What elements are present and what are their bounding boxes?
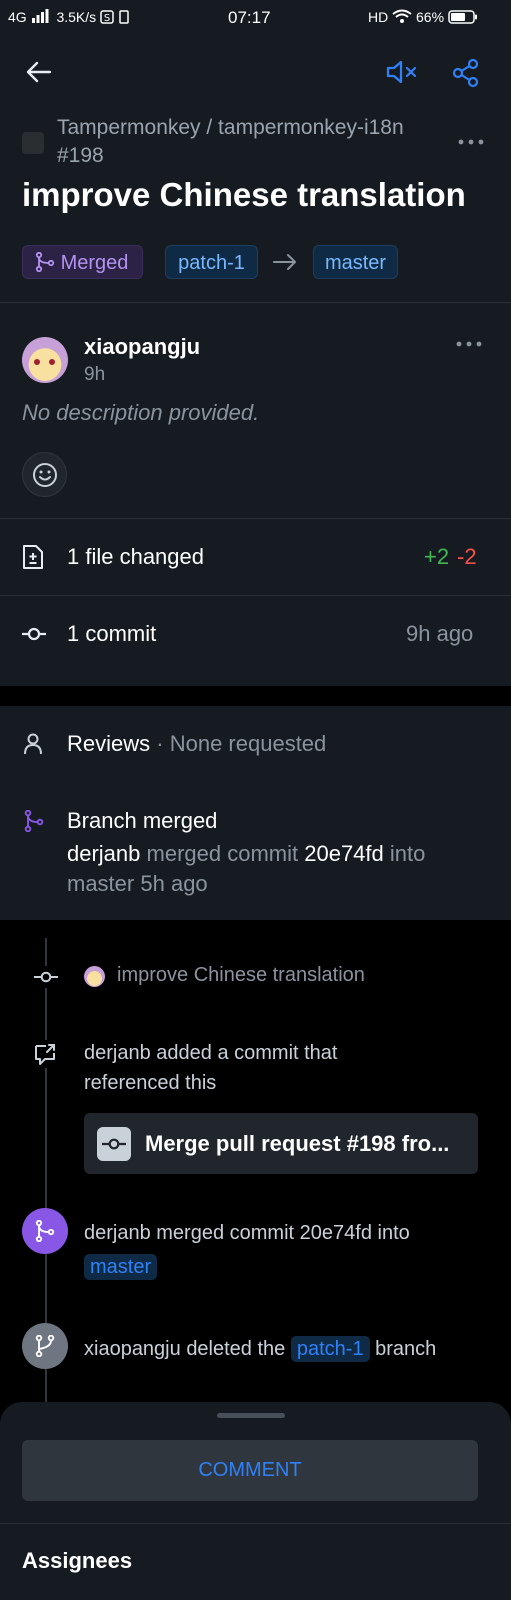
status-network: 4G 3.5K/s S [8,9,130,25]
deleted-text1: deleted the [186,1338,286,1360]
share-icon[interactable] [452,58,480,88]
sheet-divider [0,1523,511,1524]
merged-actor[interactable]: derjanb [67,841,140,866]
timeline-ref-node [30,1040,60,1068]
s-badge-icon: S [100,10,114,24]
status-time: 07:17 [228,8,271,27]
additions-count: +2 [424,544,450,569]
branch-icon [35,1335,55,1357]
reviews-status: None requested [169,731,327,756]
pr-title: improve Chinese translation [22,176,466,213]
commit-icon [22,627,46,641]
bottom-sheet: COMMENT Assignees [0,1402,511,1600]
header-divider [0,302,511,303]
timeline-deleted-node [22,1323,68,1369]
merged-time: 5h ago [140,871,208,896]
network-type: 4G [8,9,27,25]
referenced-commit-card[interactable]: Merge pull request #198 fro... [84,1113,478,1174]
commits-row[interactable]: 1 commit 9h ago [0,596,511,672]
signal-icon [31,9,49,23]
repo-name[interactable]: Tampermonkey / tampermonkey-i18n [57,116,404,140]
commit-node-icon [34,971,58,983]
comment-button[interactable]: COMMENT [22,1440,478,1501]
back-arrow-icon[interactable] [26,60,52,84]
more-options-icon[interactable] [458,138,484,146]
status-right: HD 66% [368,9,478,25]
ref-line-2: referenced this [84,1072,217,1094]
sheet-drag-handle[interactable] [217,1413,285,1418]
battery-icon [448,10,477,24]
reviews-row[interactable]: Reviews · None requested [67,731,326,757]
merged-node-icon [35,1220,55,1242]
merge-icon [35,251,55,273]
timeline-commit-avatar [84,966,105,987]
timeline-merged-node [22,1208,68,1254]
files-changed-row[interactable]: 1 file changed +2 -2 [0,519,511,595]
network-speed: 3.5K/s [56,9,97,25]
reviews-separator: · [156,731,164,756]
deleted-actor[interactable]: xiaopangju [84,1338,181,1360]
add-reaction-button[interactable] [22,452,67,497]
wifi-icon [392,9,412,23]
merged-icon [24,810,44,832]
timeline-merged-branch[interactable]: master [84,1254,158,1280]
author-avatar[interactable] [22,337,68,383]
commits-time: 9h ago [406,621,474,646]
deletions-count: -2 [457,544,477,569]
timeline-commit-title[interactable]: improve Chinese translation [117,964,365,987]
timeline-ref-text: derjanb added a commit that referenced t… [84,1038,338,1098]
cross-reference-icon [35,1044,55,1065]
mute-icon[interactable] [386,58,418,86]
svg-text:S: S [104,13,110,24]
timeline-merged-text: derjanb merged commit 20e74fd into [84,1222,410,1244]
merged-branch: master [67,871,135,896]
assignees-heading: Assignees [22,1548,133,1573]
pr-description: No description provided. [22,400,260,425]
commit-card-icon-box [97,1127,131,1161]
pr-number: #198 [57,144,104,167]
person-icon [24,733,42,755]
merged-text1: merged commit [146,841,299,866]
arrow-right-icon [273,254,296,270]
timeline-deleted-text: xiaopangju deleted the patch-1 branch [84,1334,436,1364]
device-icon [119,10,129,24]
merged-branch-chip[interactable]: master [84,1254,158,1280]
battery-percent: 66% [416,9,445,25]
head-branch-badge[interactable]: patch-1 [165,245,258,279]
author-time: 9h [84,364,106,385]
base-branch-badge[interactable]: master [313,245,398,279]
merged-state-badge: Merged [22,245,143,279]
commits-label: 1 commit [67,621,157,646]
comment-button-label: COMMENT [198,1459,302,1481]
hd-label: HD [368,9,389,25]
comment-options-icon[interactable] [456,340,482,348]
files-changed-label: 1 file changed [67,544,204,569]
branch-merged-title: Branch merged [67,808,218,833]
file-diff-icon [23,545,43,569]
merged-label: Merged [60,252,129,274]
reviews-label: Reviews [67,731,151,756]
author-name[interactable]: xiaopangju [84,334,200,360]
deleted-text2: branch [375,1338,437,1360]
commit-card-title: Merge pull request #198 fro... [145,1131,450,1156]
branch-merged-detail: derjanb merged commit 20e74fd into maste… [67,839,487,899]
smiley-icon [33,463,57,487]
repo-avatar [22,132,44,154]
commit-card-icon [102,1138,126,1150]
merged-commit-sha[interactable]: 20e74fd [304,841,384,866]
ref-line-1: derjanb added a commit that [84,1042,338,1064]
merged-text2: into [389,841,426,866]
deleted-branch-chip[interactable]: patch-1 [290,1336,370,1362]
timeline-commit-node [31,966,61,988]
